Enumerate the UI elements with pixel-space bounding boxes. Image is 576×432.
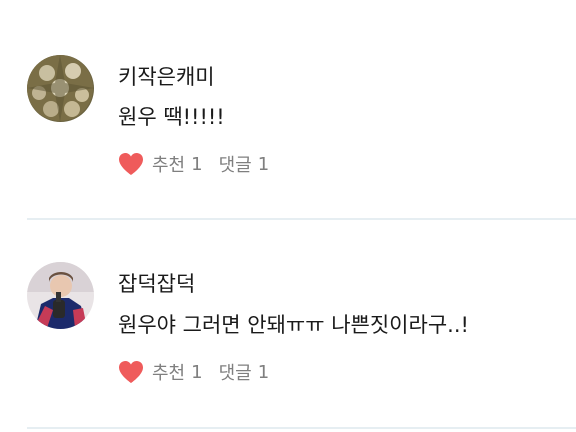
- avatar[interactable]: [27, 262, 94, 329]
- comment-actions: 추천 1 댓글 1: [118, 151, 269, 177]
- like-count: 1: [191, 361, 203, 383]
- like-label: 추천: [152, 363, 186, 384]
- like-label: 추천: [152, 155, 186, 176]
- like-button[interactable]: 추천 1: [118, 151, 203, 177]
- reply-label: 댓글: [218, 363, 252, 384]
- reply-label: 댓글: [218, 155, 252, 176]
- reply-count: 1: [257, 153, 270, 175]
- comment-author[interactable]: 잡덕잡덕: [118, 268, 195, 298]
- comment-actions: 추천 1 댓글 1: [118, 359, 269, 385]
- comment-item: 키작은캐미 원우 땍!!!!! 추천 1 댓글 1: [0, 0, 576, 220]
- heart-icon: [119, 153, 143, 175]
- like-count: 1: [191, 153, 203, 175]
- comment-author[interactable]: 키작은캐미: [118, 61, 215, 91]
- reply-count: 1: [257, 361, 270, 383]
- heart-icon: [119, 361, 143, 383]
- divider: [27, 427, 576, 429]
- reply-button[interactable]: 댓글 1: [219, 359, 270, 385]
- comment-text: 원우야 그러면 안돼ㅠㅠ 나쁜짓이라구..!: [118, 313, 469, 337]
- comment-text: 원우 땍!!!!!: [118, 105, 225, 129]
- avatar[interactable]: [27, 55, 94, 122]
- comment-item: 잡덕잡덕 원우야 그러면 안돼ㅠㅠ 나쁜짓이라구..! 추천 1 댓글 1: [0, 220, 576, 430]
- like-button[interactable]: 추천 1: [118, 359, 203, 385]
- reply-button[interactable]: 댓글 1: [219, 151, 270, 177]
